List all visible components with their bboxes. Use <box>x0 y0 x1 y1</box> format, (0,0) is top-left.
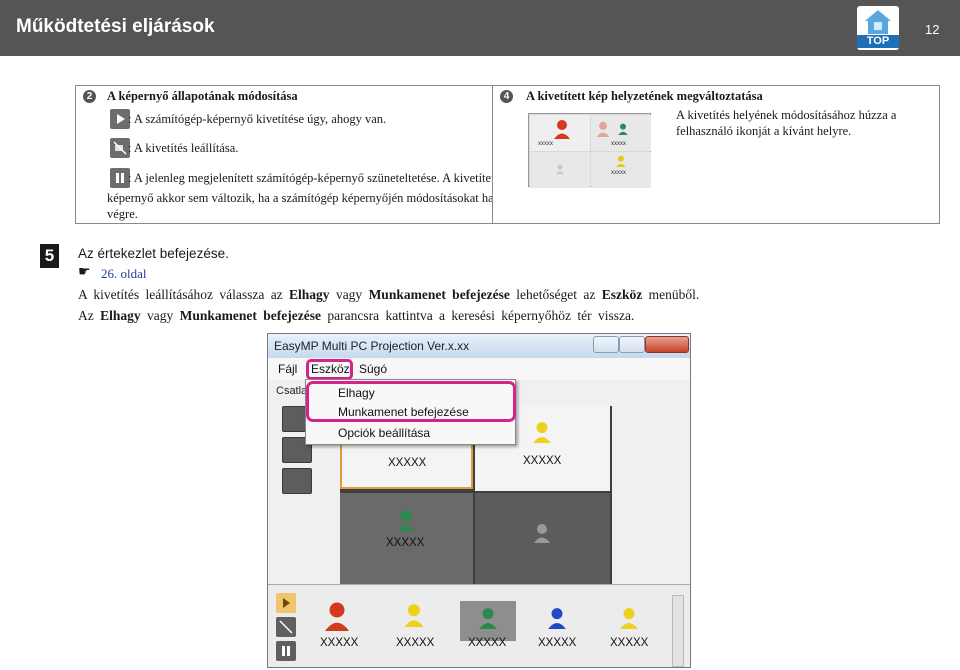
menu-help[interactable]: Súgó <box>359 362 387 376</box>
user-label: XXXXX <box>320 637 359 649</box>
user-icon <box>554 120 570 139</box>
user-icon <box>618 123 628 135</box>
play-button[interactable] <box>276 593 296 613</box>
top-button[interactable]: TOP <box>857 6 899 50</box>
mini-label: xxxxx <box>611 170 626 176</box>
home-icon <box>865 10 891 34</box>
mini-label: xxxxx <box>538 141 553 147</box>
text: menüből. <box>642 287 700 302</box>
play-description: : A számítógép-képernyő kivetítése úgy, … <box>128 112 387 126</box>
stop-description: : A kivetítés leállítása. <box>128 141 239 155</box>
pause-description: : A jelenleg megjelenített számítógép-ké… <box>128 171 499 185</box>
mini-label: xxxxx <box>611 141 626 147</box>
mini-cell: xxxxx <box>530 115 590 151</box>
mini-cell: xxxxx <box>591 152 651 188</box>
dropdown-highlight <box>306 381 516 422</box>
text: vagy <box>329 287 369 302</box>
app-title: EasyMP Multi PC Projection Ver.x.xx <box>274 339 470 353</box>
pause-icon <box>282 646 290 656</box>
play-icon <box>283 598 290 608</box>
user-icon <box>533 422 551 443</box>
text: lehetőséget az <box>509 287 602 302</box>
text: A kivetítés leállításához válassza az <box>78 287 290 302</box>
page-title: Működtetési eljárások <box>16 16 215 37</box>
stage-label: XXXXX <box>388 457 427 469</box>
term-elhagy: Elhagy <box>289 287 330 302</box>
user-thumb[interactable] <box>460 601 516 641</box>
step-4-number: 4 <box>500 90 513 103</box>
user-icon <box>616 155 626 167</box>
step-4-description-1: A kivetítés helyének módosításához húzza… <box>676 108 897 122</box>
text: vagy <box>140 308 180 323</box>
top-label: TOP <box>857 35 899 48</box>
bottom-user-panel: XXXXX XXXXX XXXXX XXXXX XXXXX <box>268 584 690 667</box>
stage-cell[interactable]: XXXXX <box>340 493 473 598</box>
text: parancsra kattintva a keresési képernyőh… <box>320 308 635 323</box>
mini-cell: xxxxx <box>591 115 651 151</box>
user-label: XXXXX <box>610 637 649 649</box>
user-icon <box>534 524 550 543</box>
step-2-heading: A képernyő állapotának módosítása <box>107 89 298 103</box>
user-icon <box>620 608 638 629</box>
user-label: XXXXX <box>396 637 435 649</box>
stop-icon <box>279 620 293 634</box>
user-icon <box>596 121 610 137</box>
stage-cell[interactable] <box>475 493 610 598</box>
step-2-number: 2 <box>83 90 96 103</box>
step-5-paragraph-1: A kivetítés leállításához válassza az El… <box>78 287 699 303</box>
pause-button[interactable] <box>276 641 296 661</box>
term-munkamenet: Munkamenet befejezése <box>179 308 321 323</box>
step-5-heading: Az értekezlet befejezése. <box>78 246 229 261</box>
user-icon <box>325 602 349 631</box>
user-icon <box>548 608 566 629</box>
menu-item-options[interactable]: Opciók beállítása <box>338 426 430 440</box>
user-label: XXXXX <box>538 637 577 649</box>
stop-button-icon <box>110 138 130 158</box>
user-icon <box>556 164 564 174</box>
side-button-3[interactable] <box>282 468 312 494</box>
step-5-number: 5 <box>40 244 59 268</box>
stage-label: XXXXX <box>386 537 425 549</box>
user-icon <box>404 604 424 627</box>
pause-button-icon <box>110 168 130 188</box>
stop-button[interactable] <box>276 617 296 637</box>
term-elhagy: Elhagy <box>100 308 141 323</box>
mini-projection-grid: xxxxx xxxxx xxxxx <box>528 113 651 188</box>
close-button[interactable] <box>645 336 689 353</box>
menu-file[interactable]: Fájl <box>278 362 297 376</box>
minimize-button[interactable] <box>593 336 619 353</box>
pause-description-2: képernyő akkor sem változik, ha a számít… <box>107 191 501 205</box>
stage-empty-column <box>612 406 682 598</box>
term-munkamenet: Munkamenet befejezése <box>368 287 510 302</box>
page-header: Működtetési eljárások TOP 12 <box>0 0 960 56</box>
mini-cell <box>530 152 590 188</box>
text: Az <box>78 308 101 323</box>
app-titlebar: EasyMP Multi PC Projection Ver.x.xx <box>268 334 690 358</box>
user-icon <box>479 608 497 629</box>
scrollbar[interactable] <box>672 595 684 667</box>
step-5-paragraph-2: Az Elhagy vagy Munkamenet befejezése par… <box>78 308 634 324</box>
user-icon <box>397 510 415 531</box>
page-number: 12 <box>925 22 940 37</box>
app-screenshot: EasyMP Multi PC Projection Ver.x.xx Fájl… <box>267 333 691 668</box>
step-4-description-2: felhasználó ikonját a kívánt helyre. <box>676 124 852 138</box>
term-eszkoz: Eszköz <box>601 287 643 302</box>
page-reference-link[interactable]: 26. oldal <box>101 266 147 282</box>
pause-description-3: végre. <box>107 207 138 221</box>
play-button-icon <box>110 109 130 129</box>
stage-label: XXXXX <box>523 455 562 467</box>
menu-highlight <box>306 359 353 380</box>
reference-icon: ☛ <box>78 265 91 280</box>
step-4-heading: A kivetített kép helyzetének megváltozta… <box>526 89 763 103</box>
user-label: XXXXX <box>468 637 507 649</box>
maximize-button[interactable] <box>619 336 645 353</box>
